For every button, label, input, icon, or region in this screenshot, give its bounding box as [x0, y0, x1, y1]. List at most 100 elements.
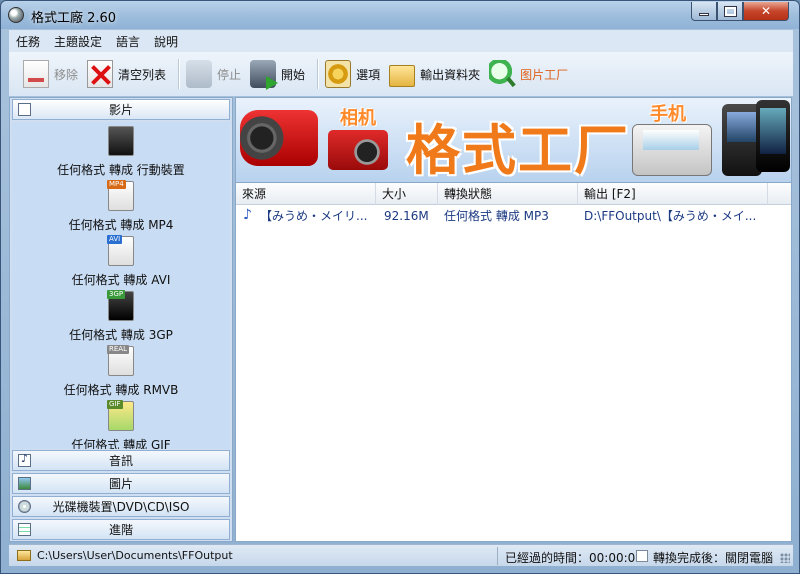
close-icon: ✕ [760, 4, 772, 18]
category-audio-label: 音訊 [108, 454, 133, 468]
category-advanced-label: 進階 [108, 523, 133, 537]
convert-gif-item[interactable]: GIF 任何格式 轉成 GIF [12, 400, 230, 449]
status-separator [497, 547, 498, 565]
stop-button[interactable]: 停止 [184, 56, 246, 92]
convert-mobile-item[interactable]: 任何格式 轉成 行動裝置 [12, 126, 230, 181]
table-row[interactable]: 【みうめ・メイリ... 92.16M 任何格式 轉成 MP3 D:\FFOutp… [236, 206, 791, 226]
column-source[interactable]: 來源 [236, 183, 376, 205]
category-audio[interactable]: 音訊 [12, 450, 230, 471]
app-logo-icon[interactable] [8, 7, 24, 23]
remove-icon [23, 60, 49, 88]
convert-rmvb-item[interactable]: REAL 任何格式 轉成 RMVB [12, 345, 230, 401]
status-bar: C:\Users\User\Documents\FFOutput 已經過的時間：… [9, 544, 793, 566]
output-path[interactable]: C:\Users\User\Documents\FFOutput [37, 549, 233, 562]
category-video-label: 影片 [108, 103, 133, 117]
menu-language[interactable]: 語言 [109, 33, 147, 50]
output-folder-button[interactable]: 輸出資料夾 [387, 56, 485, 92]
smartphone-icon [756, 100, 790, 172]
maximize-button[interactable] [717, 2, 743, 21]
film-icon [18, 103, 31, 116]
category-advanced[interactable]: 進階 [12, 519, 230, 540]
camcorder-icon [240, 110, 318, 166]
mobile-device-icon [108, 126, 134, 156]
advanced-icon [18, 523, 31, 536]
picture-icon [18, 477, 31, 490]
banner-camera-label: 相机 [340, 108, 376, 129]
stop-label: 停止 [217, 67, 242, 82]
clear-list-icon [87, 60, 114, 88]
output-folder-label: 輸出資料夾 [420, 67, 481, 82]
options-gear-icon [325, 60, 352, 88]
convert-mp4-item[interactable]: MP4 任何格式 轉成 MP4 [12, 180, 230, 236]
minimize-icon [699, 12, 709, 16]
3gp-file-icon: 3GP [107, 290, 134, 321]
after-convert-label: 轉換完成後：關閉電腦 [653, 551, 774, 565]
promo-banner: 相机 格式工厂 手机 [235, 97, 792, 183]
elapsed-time: 已經過的時間：00:00:00 [505, 551, 643, 565]
folder-icon[interactable] [17, 550, 31, 561]
column-size[interactable]: 大小 [376, 183, 438, 205]
options-label: 選項 [356, 67, 381, 82]
shutdown-checkbox[interactable] [636, 550, 648, 562]
category-rom-label: 光碟機裝置\DVD\CD\ISO [52, 500, 190, 514]
start-button[interactable]: 開始 [248, 56, 310, 92]
convert-avi-item[interactable]: AVI 任何格式 轉成 AVI [12, 235, 230, 291]
app-window: 格式工廠 2.60 ✕ 任務 主題設定 語言 說明 移除 清空列表 停止 開始 [0, 0, 800, 574]
convert-rmvb-label: 任何格式 轉成 RMVB [63, 383, 179, 397]
column-status[interactable]: 轉換狀態 [438, 183, 578, 205]
magnifier-icon [489, 60, 516, 88]
gif-file-icon: GIF [107, 400, 134, 431]
task-status: 任何格式 轉成 MP3 [444, 209, 549, 223]
task-output: D:\FFOutput\【みうめ・メイ... [584, 209, 757, 223]
toolbar: 移除 清空列表 停止 開始 選項 輸出資料夾 图片工厂 [9, 52, 793, 96]
menu-skin[interactable]: 主題設定 [47, 33, 109, 50]
minimize-button[interactable] [691, 2, 717, 21]
remove-button[interactable]: 移除 [21, 56, 83, 92]
maximize-icon [723, 5, 737, 17]
convert-mobile-label: 任何格式 轉成 行動裝置 [57, 163, 185, 177]
convert-3gp-label: 任何格式 轉成 3GP [69, 328, 173, 342]
task-list[interactable]: 來源 大小 轉換狀態 輸出 [F2] 【みうめ・メイリ... 92.16M 任何… [235, 183, 792, 542]
convert-3gp-item[interactable]: 3GP 任何格式 轉成 3GP [12, 290, 230, 346]
title-bar[interactable]: 格式工廠 2.60 ✕ [1, 1, 799, 29]
convert-mp4-label: 任何格式 轉成 MP4 [68, 218, 174, 232]
options-button[interactable]: 選項 [323, 56, 385, 92]
column-output[interactable]: 輸出 [F2] [578, 183, 768, 205]
music-note-icon [18, 452, 31, 467]
task-source: 【みうめ・メイリ... [260, 209, 368, 223]
avi-file-icon: AVI [107, 235, 134, 266]
rmvb-tag: REAL [107, 345, 129, 354]
3gp-tag: 3GP [107, 290, 126, 299]
mp4-tag: MP4 [107, 180, 126, 189]
banner-title: 格式工厂 [406, 118, 630, 182]
remove-label: 移除 [54, 67, 79, 82]
picture-factory-label: 图片工厂 [520, 67, 569, 82]
rmvb-file-icon: REAL [107, 345, 134, 376]
close-button[interactable]: ✕ [743, 2, 789, 21]
category-picture[interactable]: 圖片 [12, 473, 230, 494]
stop-icon [186, 60, 213, 88]
task-size: 92.16M [384, 209, 429, 223]
mp4-file-icon: MP4 [107, 180, 134, 211]
window-title: 格式工廠 2.60 [31, 11, 117, 26]
disc-icon [18, 500, 31, 513]
toolbar-separator [178, 59, 180, 89]
mobile-phone-icon [632, 124, 712, 176]
avi-tag: AVI [107, 235, 123, 244]
menu-bar: 任務 主題設定 語言 說明 [9, 30, 793, 52]
picture-factory-button[interactable]: 图片工厂 [487, 56, 573, 92]
resize-grip-icon[interactable] [780, 553, 790, 563]
convert-avi-label: 任何格式 轉成 AVI [71, 273, 171, 287]
category-video[interactable]: 影片 [12, 99, 230, 120]
start-icon [250, 60, 279, 90]
toolbar-separator [317, 59, 319, 89]
category-rom-device[interactable]: 光碟機裝置\DVD\CD\ISO [12, 496, 230, 517]
category-picture-label: 圖片 [108, 477, 133, 491]
menu-help[interactable]: 說明 [147, 33, 185, 50]
clear-list-label: 清空列表 [118, 67, 167, 82]
menu-task[interactable]: 任務 [9, 33, 47, 50]
convert-gif-label: 任何格式 轉成 GIF [71, 438, 171, 449]
category-panel: 影片 任何格式 轉成 行動裝置 MP4 任何格式 轉成 MP4 AVI 任何格式… [9, 97, 233, 542]
video-conversion-list: 任何格式 轉成 行動裝置 MP4 任何格式 轉成 MP4 AVI 任何格式 轉成… [12, 122, 230, 449]
clear-list-button[interactable]: 清空列表 [85, 56, 171, 92]
